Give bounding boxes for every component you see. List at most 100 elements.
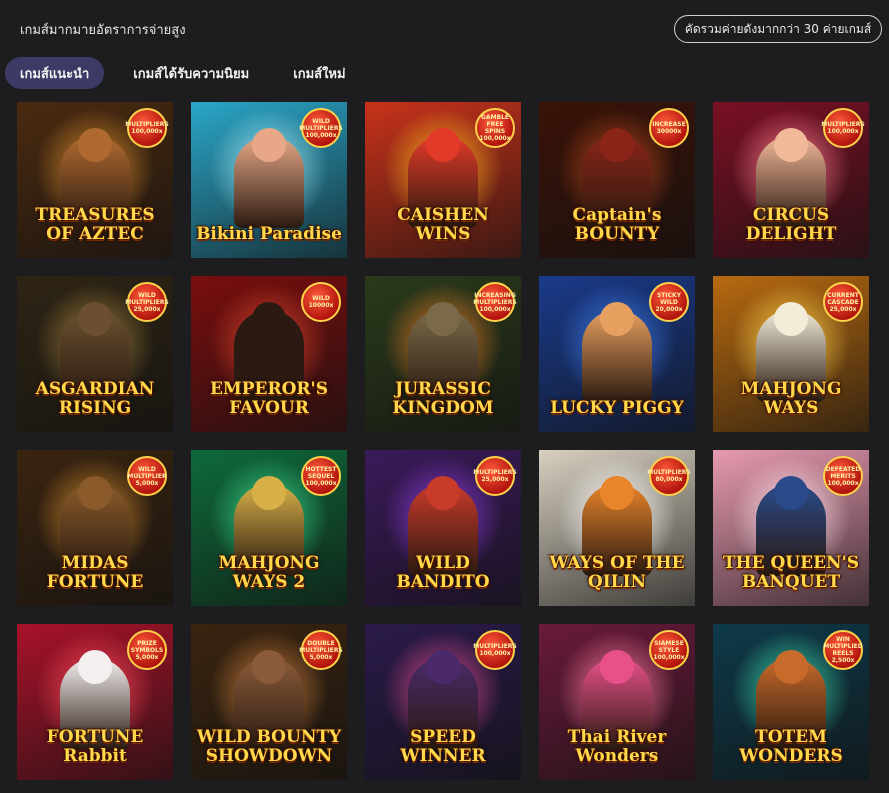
game-title: EMPEROR'S FAVOUR (209, 379, 329, 418)
game-character-head (78, 650, 112, 684)
multiplier-badge: CURRENT CASCADE 25,000x (823, 282, 863, 322)
game-title: CIRCUS DELIGHT (745, 205, 837, 244)
game-card[interactable]: DOUBLE MULTIPLIERS 5,000x WILD BOUNTY SHO… (191, 624, 347, 780)
game-title: TOTEM WONDERS (739, 727, 843, 766)
game-title: WAYS OF THE QILIN (549, 553, 685, 592)
multiplier-badge-text: SIAMESE STYLE 100,000x (653, 639, 685, 661)
game-card[interactable]: WIN MULTIPLIED REELS 2,500x TOTEM WONDERS (713, 624, 869, 780)
game-character-head (252, 650, 286, 684)
game-title: WILD BOUNTY SHOWDOWN (196, 727, 342, 766)
game-character-head (78, 128, 112, 162)
game-title: MAHJONG WAYS (740, 379, 842, 418)
game-card[interactable]: WILD MULTIPLIERS 100,000x Bikini Paradise (191, 102, 347, 258)
provider-filter-button[interactable]: คัดรวมค่ายดังมากกว่า 30 ค่ายเกมส์ (674, 15, 882, 43)
multiplier-badge: GAMBLE FREE SPINS 100,000x (475, 108, 515, 148)
game-card[interactable]: PRIZE SYMBOLS 5,000x FORTUNE Rabbit (17, 624, 173, 780)
game-character-head (426, 302, 460, 336)
multiplier-badge: INCREASING MULTIPLIERS 100,000x (473, 282, 517, 322)
game-character-head (600, 476, 634, 510)
multiplier-badge: SIAMESE STYLE 100,000x (649, 630, 689, 670)
multiplier-badge-text: STICKY WILD 20,000x (655, 291, 683, 313)
game-character-head (426, 128, 460, 162)
multiplier-badge-text: MULTIPLIERS 100,000x (125, 121, 169, 135)
game-card[interactable]: SIAMESE STYLE 100,000x Thai River Wonders (539, 624, 695, 780)
game-title: TREASURES OF AZTEC (35, 205, 155, 244)
game-card[interactable]: HOTTEST SEQUEL 100,000x MAHJONG WAYS 2 (191, 450, 347, 606)
multiplier-badge-text: WILD MULTIPLIER 5,000x (127, 465, 167, 487)
game-card[interactable]: GAMBLE FREE SPINS 100,000x CAISHEN WINS (365, 102, 521, 258)
game-character-head (774, 128, 808, 162)
game-title: Thai River Wonders (567, 727, 667, 766)
game-character-head (252, 128, 286, 162)
game-title: WILD BANDITO (396, 553, 490, 592)
multiplier-badge: MULTIPLIERS 100,000x (821, 108, 865, 148)
game-title: MAHJONG WAYS 2 (218, 553, 320, 592)
game-card[interactable]: MULTIPLIERS 100,000x CIRCUS DELIGHT (713, 102, 869, 258)
game-card[interactable]: WILD 10000x EMPEROR'S FAVOUR (191, 276, 347, 432)
game-character-head (252, 302, 286, 336)
multiplier-badge-text: MULTIPLIERS 100,000x (473, 643, 517, 657)
game-title: SPEED WINNER (400, 727, 486, 766)
multiplier-badge-text: WILD MULTIPLIERS 100,000x (299, 117, 343, 139)
game-card[interactable]: MULTIPLIERS 100,000x TREASURES OF AZTEC (17, 102, 173, 258)
multiplier-badge-text: WIN MULTIPLIED REELS 2,500x (823, 636, 863, 664)
game-character-head (774, 650, 808, 684)
game-card[interactable]: MULTIPLIERS 80,000x WAYS OF THE QILIN (539, 450, 695, 606)
tab-new[interactable]: เกมส์ใหม่ (278, 57, 360, 89)
game-title: THE QUEEN'S BANQUET (722, 553, 860, 592)
game-character-head (252, 476, 286, 510)
multiplier-badge-text: DEFEATED MERITS 100,000x (825, 465, 861, 487)
game-title: JURASSIC KINGDOM (392, 379, 494, 418)
game-character-head (600, 128, 634, 162)
game-title: MIDAS FORTUNE (46, 553, 144, 592)
multiplier-badge-text: CURRENT CASCADE 25,000x (827, 291, 859, 313)
game-character-head (426, 476, 460, 510)
multiplier-badge-text: HOTTEST SEQUEL 100,000x (305, 465, 337, 487)
game-title: LUCKY PIGGY (550, 398, 684, 418)
game-card[interactable]: CURRENT CASCADE 25,000x MAHJONG WAYS (713, 276, 869, 432)
game-card[interactable]: INCREASE 30000x Captain's BOUNTY (539, 102, 695, 258)
game-title: Bikini Paradise (196, 224, 342, 244)
game-grid: MULTIPLIERS 100,000x TREASURES OF AZTEC WI… (17, 102, 869, 780)
game-character-head (78, 302, 112, 336)
game-title: FORTUNE Rabbit (46, 727, 144, 766)
multiplier-badge: MULTIPLIERS 100,000x (473, 630, 517, 670)
multiplier-badge-text: PRIZE SYMBOLS 5,000x (130, 639, 164, 661)
multiplier-badge: WILD MULTIPLIERS 100,000x (299, 108, 343, 148)
multiplier-badge: WILD 10000x (301, 282, 341, 322)
game-card[interactable]: WILD MULTIPLIER 5,000x MIDAS FORTUNE (17, 450, 173, 606)
multiplier-badge-text: WILD 10000x (308, 295, 334, 309)
multiplier-badge-text: INCREASE 30000x (652, 121, 686, 135)
game-card[interactable]: INCREASING MULTIPLIERS 100,000x JURASSIC … (365, 276, 521, 432)
game-card[interactable]: STICKY WILD 20,000x LUCKY PIGGY (539, 276, 695, 432)
multiplier-badge: WILD MULTIPLIER 5,000x (127, 456, 167, 496)
tab-recommended[interactable]: เกมส์แนะนำ (5, 57, 105, 89)
multiplier-badge: STICKY WILD 20,000x (649, 282, 689, 322)
game-character-head (426, 650, 460, 684)
game-title: ASGARDIAN RISING (35, 379, 155, 418)
multiplier-badge-text: GAMBLE FREE SPINS 100,000x (479, 114, 511, 142)
multiplier-badge-text: MULTIPLIERS 100,000x (821, 121, 865, 135)
game-title: CAISHEN WINS (397, 205, 489, 244)
multiplier-badge: MULTIPLIERS 80,000x (647, 456, 691, 496)
multiplier-badge-text: WILD MULTIPLIERS 25,000x (125, 291, 169, 313)
game-character-head (78, 476, 112, 510)
game-card[interactable]: WILD MULTIPLIERS 25,000x ASGARDIAN RISING (17, 276, 173, 432)
game-character-head (600, 302, 634, 336)
multiplier-badge: DEFEATED MERITS 100,000x (823, 456, 863, 496)
multiplier-badge: HOTTEST SEQUEL 100,000x (301, 456, 341, 496)
multiplier-badge: INCREASE 30000x (649, 108, 689, 148)
multiplier-badge: PRIZE SYMBOLS 5,000x (127, 630, 167, 670)
game-character-head (600, 650, 634, 684)
game-card[interactable]: MULTIPLIERS 25,000x WILD BANDITO (365, 450, 521, 606)
page-headline: เกมส์มากมายอัตราการจ่ายสูง (20, 23, 186, 38)
game-card[interactable]: MULTIPLIERS 100,000x SPEED WINNER (365, 624, 521, 780)
multiplier-badge: DOUBLE MULTIPLIERS 5,000x (299, 630, 343, 670)
tab-popular[interactable]: เกมส์ได้รับความนิยม (118, 57, 264, 89)
game-card[interactable]: DEFEATED MERITS 100,000x THE QUEEN'S BANQ… (713, 450, 869, 606)
game-character-head (774, 302, 808, 336)
category-tabs: เกมส์แนะนำ เกมส์ได้รับความนิยม เกมส์ใหม่ (5, 57, 375, 89)
multiplier-badge-text: MULTIPLIERS 80,000x (647, 469, 691, 483)
multiplier-badge: WILD MULTIPLIERS 25,000x (125, 282, 169, 322)
game-character-head (774, 476, 808, 510)
